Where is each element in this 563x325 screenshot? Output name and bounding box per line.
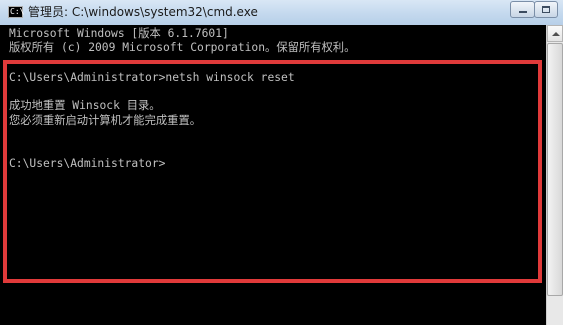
cmd-window: C:\ 管理员: C:\windows\system32\cmd.exe Mic… [0, 0, 563, 325]
console-prompt[interactable]: C:\Users\Administrator> [9, 157, 165, 171]
cmd-icon: C:\ [8, 6, 25, 18]
console-line: Microsoft Windows [版本 6.1.7601] [9, 27, 229, 40]
minimize-button[interactable] [510, 1, 535, 18]
arrow-up-icon [552, 32, 560, 36]
console-line: 您必须重新启动计算机才能完成重置。 [9, 114, 202, 127]
scroll-up-button[interactable] [547, 25, 563, 42]
console-command-line: C:\Users\Administrator>netsh winsock res… [9, 71, 295, 84]
window-title: 管理员: C:\windows\system32\cmd.exe [28, 5, 258, 19]
minimize-icon [519, 11, 527, 13]
maximize-icon [542, 6, 550, 13]
maximize-button[interactable] [534, 1, 558, 18]
console-line: 成功地重置 Winsock 目录。 [9, 99, 161, 112]
scroll-thumb[interactable] [547, 43, 563, 296]
vertical-scrollbar[interactable] [546, 25, 563, 325]
title-bar[interactable]: C:\ 管理员: C:\windows\system32\cmd.exe [0, 0, 563, 26]
cmd-icon-label: C:\ [10, 7, 25, 16]
console-output[interactable]: Microsoft Windows [版本 6.1.7601] 版权所有 (c)… [0, 25, 546, 325]
console-line: 版权所有 (c) 2009 Microsoft Corporation。保留所有… [9, 41, 356, 54]
